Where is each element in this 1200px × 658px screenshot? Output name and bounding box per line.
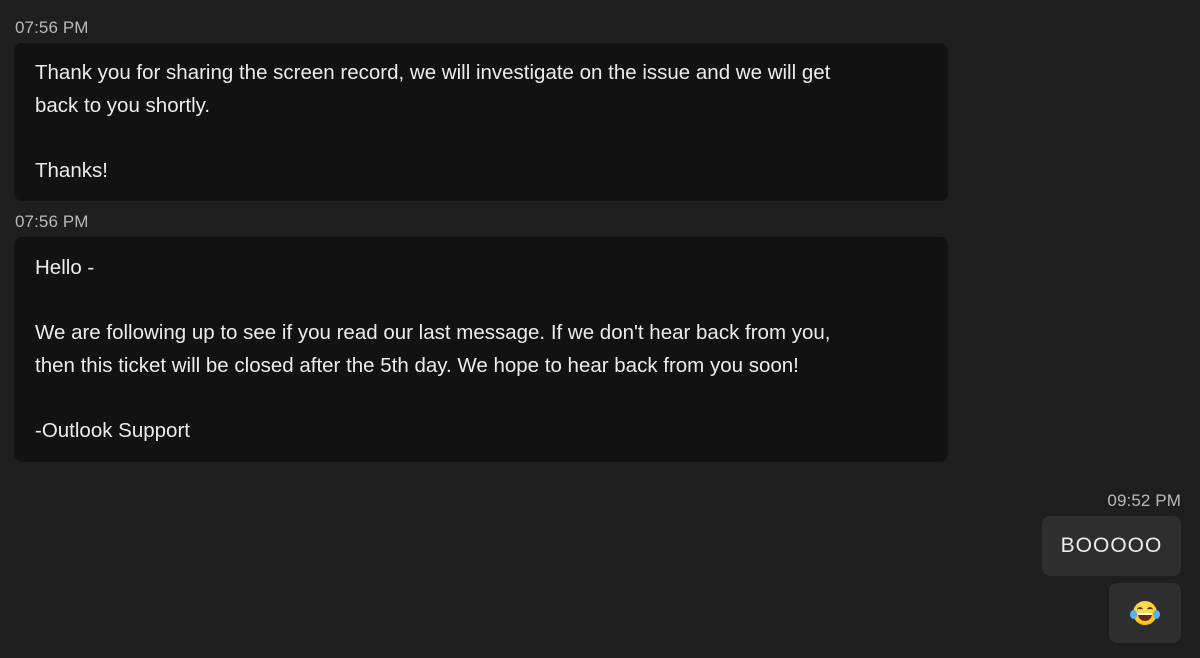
outgoing-emoji-bubble <box>1109 583 1181 643</box>
message-text-line: Thanks! <box>35 158 108 182</box>
incoming-message-bubble: Thank you for sharing the screen record,… <box>14 43 948 201</box>
message-text-line: We are following up to see if you read o… <box>35 321 831 344</box>
incoming-message-bubble: Hello - We are following up to see if yo… <box>14 237 948 462</box>
message-text-line: -Outlook Support <box>35 418 190 442</box>
message-text-line: Thank you for sharing the screen record,… <box>35 61 831 84</box>
message-timestamp: 07:56 PM <box>15 18 89 37</box>
chat-transcript: 07:56 PM Thank you for sharing the scree… <box>0 0 1200 658</box>
message-text-line: then this ticket will be closed after th… <box>35 353 799 377</box>
outgoing-timestamp: 09:52 PM <box>1107 491 1181 510</box>
face-with-tears-of-joy-icon <box>1130 601 1160 625</box>
outgoing-message-bubble: BOOOOO <box>1042 516 1181 576</box>
message-text-line: back to you shortly. <box>35 93 211 117</box>
outgoing-message-text: BOOOOO <box>1060 534 1163 557</box>
message-timestamp: 07:56 PM <box>15 212 89 231</box>
message-text-line: Hello - <box>35 256 95 279</box>
